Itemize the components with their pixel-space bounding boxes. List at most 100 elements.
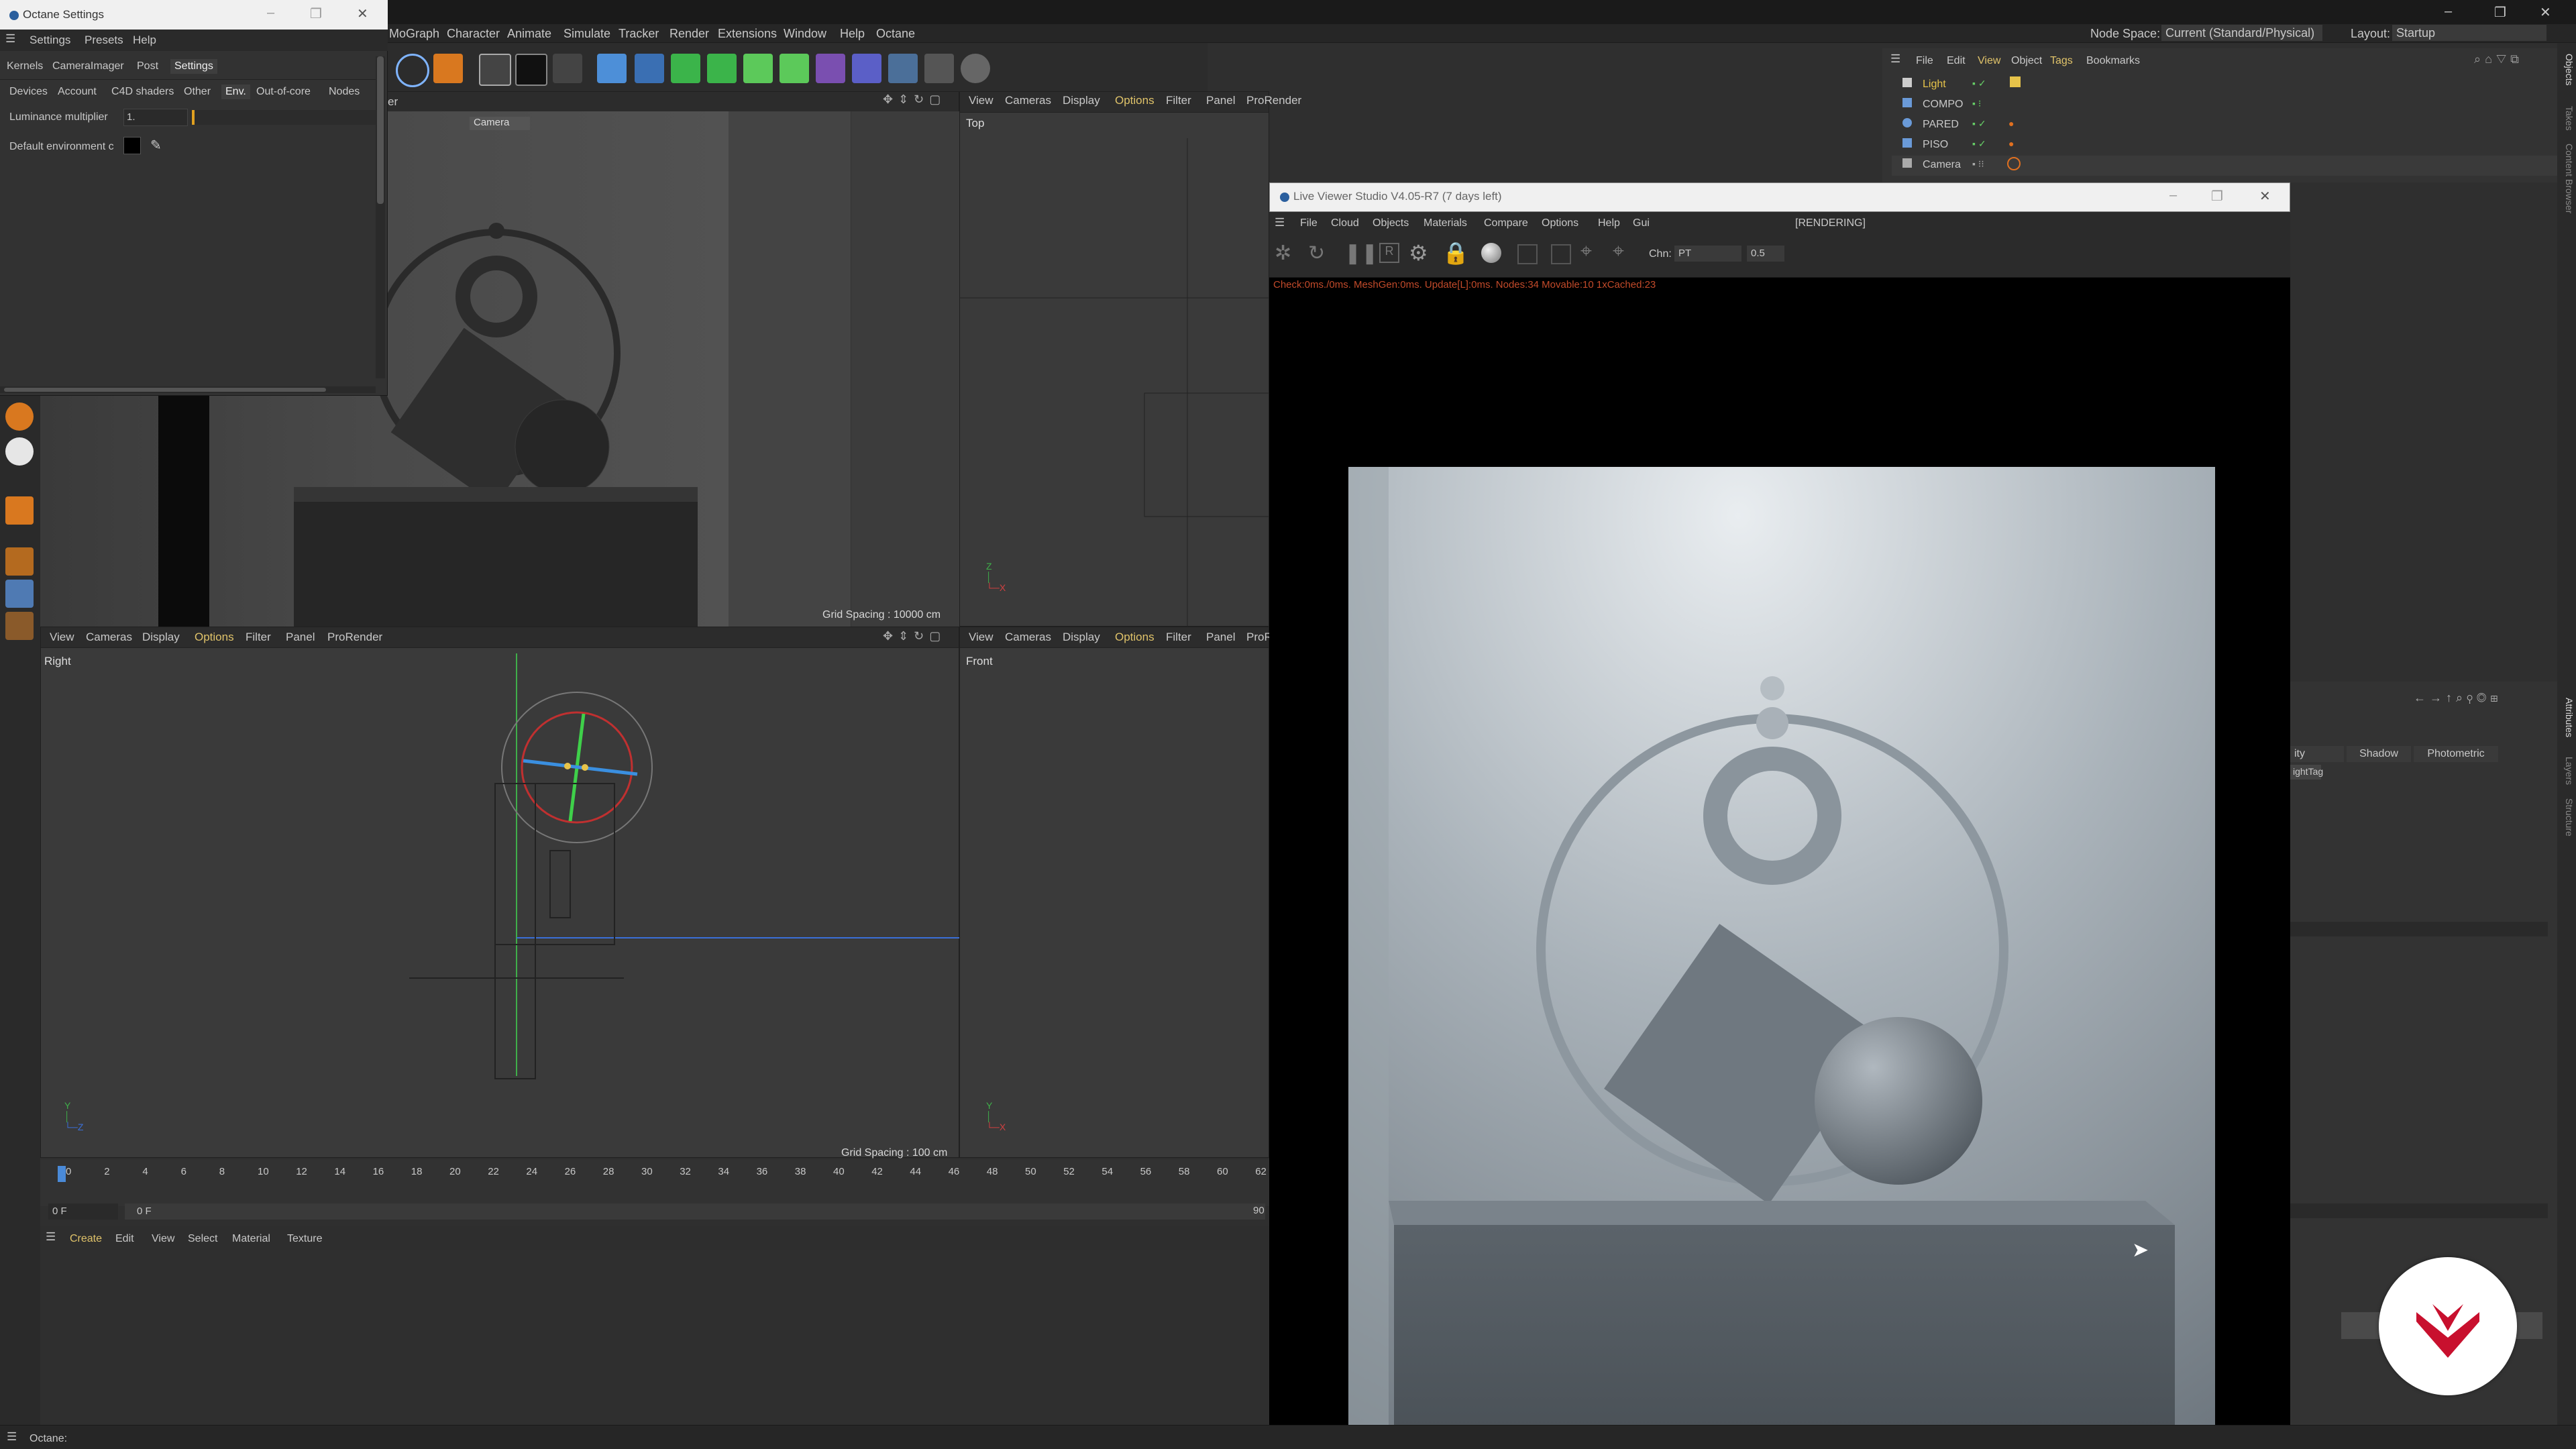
attributes-nav-icons[interactable]: ←→↑⌕⚲◎⊞ (2414, 691, 2548, 707)
floor-icon[interactable] (888, 54, 918, 83)
node-space-dropdown[interactable]: Current (Standard/Physical) (2161, 25, 2322, 41)
field-icon[interactable] (852, 54, 881, 83)
lv-menu-help[interactable]: Help (1598, 217, 1620, 229)
subtab-other[interactable]: Other (184, 86, 211, 98)
texture-mode-icon[interactable] (5, 547, 34, 576)
material-menu-edit[interactable]: Edit (115, 1233, 134, 1245)
tab-settings[interactable]: Settings (170, 59, 217, 74)
snap-icon[interactable] (5, 402, 34, 431)
subtab-devices[interactable]: Devices (9, 86, 48, 98)
subtab-c4d-shaders[interactable]: C4D shaders (111, 86, 174, 98)
render-view-icon[interactable] (515, 54, 547, 86)
minimize-button[interactable]: – (2445, 4, 2452, 19)
octane-menu-help[interactable]: Help (133, 34, 156, 47)
array-icon[interactable] (707, 54, 737, 83)
front-menu-display[interactable]: Display (1063, 631, 1100, 644)
top-menu-panel[interactable]: Panel (1206, 94, 1235, 107)
objects-menu-file[interactable]: File (1916, 55, 1933, 67)
lv-close-button[interactable]: ✕ (2259, 188, 2271, 205)
object-visibility-icons[interactable]: ▪ ⁝ (1972, 98, 2012, 109)
subtab-out-of-core[interactable]: Out-of-core (256, 86, 311, 98)
render-region-icon[interactable] (479, 54, 511, 86)
subdivision-icon[interactable] (671, 54, 700, 83)
menu-simulate[interactable]: Simulate (564, 27, 610, 41)
camera-tag[interactable]: Camera (470, 117, 530, 130)
lv-maximize-button[interactable]: ❐ (2211, 188, 2223, 205)
attr-tab-visibility[interactable]: ity (2290, 746, 2344, 762)
object-name[interactable]: COMPO (1923, 99, 1963, 111)
lv-menu-gui[interactable]: Gui (1633, 217, 1650, 229)
side-tab-structure[interactable]: Structure (2559, 798, 2575, 837)
material-menu-view[interactable]: View (152, 1233, 174, 1245)
render-settings-icon[interactable] (553, 54, 582, 83)
front-menu-options[interactable]: Options (1115, 631, 1155, 644)
camera-icon[interactable] (924, 54, 954, 83)
objects-hamburger-icon[interactable]: ☰ (1890, 52, 1900, 66)
front-menu-prorender-partial[interactable]: ProR (1246, 631, 1273, 644)
lv-hamburger-icon[interactable]: ☰ (1275, 216, 1285, 229)
right-viewport-nav-icons[interactable]: ✥⇕↻▢ (883, 629, 955, 647)
subtab-account[interactable]: Account (58, 86, 97, 98)
tab-post[interactable]: Post (137, 60, 158, 72)
object-row-camera[interactable]: Camera ▪ ⁝⁝ (1892, 156, 2557, 176)
render-image[interactable] (1348, 467, 2215, 1441)
octane-maximize-button[interactable]: ❐ (310, 5, 322, 22)
objects-menu-view[interactable]: View (1978, 55, 2000, 67)
subtab-env[interactable]: Env. (221, 85, 250, 99)
mograph-icon[interactable] (780, 54, 809, 83)
menu-extensions[interactable]: Extensions (718, 27, 777, 41)
lv-region-icon[interactable]: R (1379, 243, 1399, 263)
material-menu-create[interactable]: Create (70, 1233, 102, 1245)
side-tab-layers[interactable]: Layers (2559, 757, 2575, 785)
top-menu-cameras[interactable]: Cameras (1005, 94, 1051, 107)
pen-icon[interactable] (635, 54, 664, 83)
workplane-icon[interactable] (5, 580, 34, 608)
timeline-playhead[interactable] (58, 1166, 66, 1182)
right-menu-options[interactable]: Options (195, 631, 234, 644)
layout-dropdown[interactable]: Startup (2392, 25, 2546, 41)
menu-character[interactable]: Character (447, 27, 500, 41)
lv-refresh-icon[interactable]: ↻ (1308, 241, 1325, 265)
lv-menu-cloud[interactable]: Cloud (1331, 217, 1359, 229)
material-menu-material[interactable]: Material (232, 1233, 270, 1245)
hamburger-icon[interactable]: ☰ (5, 32, 15, 46)
front-menu-panel[interactable]: Panel (1206, 631, 1235, 644)
octane-scroll-thumb[interactable] (377, 56, 384, 204)
luminance-slider[interactable] (191, 110, 376, 125)
restore-button[interactable]: ❐ (2494, 4, 2506, 21)
octane-horizontal-scrollbar[interactable] (0, 386, 376, 393)
objects-menu-tags[interactable]: Tags (2050, 55, 2073, 67)
light-icon[interactable] (961, 54, 990, 83)
frame-range-slider[interactable]: 0 F (125, 1203, 1265, 1220)
menu-window[interactable]: Window (784, 27, 826, 41)
lv-gear-icon[interactable]: ⚙ (1409, 240, 1428, 266)
status-hamburger-icon[interactable]: ☰ (7, 1430, 17, 1444)
object-row-piso[interactable]: PISO ▪ ✓ ● (1892, 136, 2557, 156)
top-menu-filter[interactable]: Filter (1166, 94, 1191, 107)
lv-settings-icon[interactable]: ✲ (1275, 241, 1291, 265)
cube-icon[interactable] (597, 54, 627, 83)
viewport-nav-icons[interactable]: ✥⇕↻▢ (883, 93, 955, 110)
right-menu-prorender[interactable]: ProRender (327, 631, 382, 644)
right-menu-display[interactable]: Display (142, 631, 180, 644)
current-frame-field[interactable]: 0 F (48, 1203, 118, 1220)
material-tag-icon[interactable]: ● (2008, 138, 2019, 149)
material-menu-select[interactable]: Select (188, 1233, 217, 1245)
eyedropper-icon[interactable]: ✎ (150, 137, 162, 154)
side-tab-content-browser[interactable]: Content Browser (2559, 144, 2575, 213)
lv-compare-icon[interactable] (1551, 244, 1571, 264)
object-name[interactable]: Light (1923, 78, 1946, 91)
object-visibility-icons[interactable]: ▪ ⁝⁝ (1972, 158, 2012, 169)
lv-zoom-field[interactable]: 0.5 (1747, 246, 1784, 262)
object-row-pared[interactable]: PARED ▪ ✓ ● (1892, 115, 2557, 136)
lv-material-ball-icon[interactable] (1481, 243, 1501, 263)
octane-minimize-button[interactable]: – (267, 5, 274, 21)
objects-search-tools[interactable]: ⌕⌂▽⧉ (2474, 52, 2549, 68)
lv-pause-icon[interactable]: ❚❚ (1344, 241, 1378, 265)
material-manager-area[interactable] (40, 1250, 1269, 1426)
top-menu-view[interactable]: View (969, 94, 994, 107)
paint-icon[interactable] (5, 612, 34, 640)
material-menu-texture[interactable]: Texture (287, 1233, 322, 1245)
lv-menu-options[interactable]: Options (1542, 217, 1578, 229)
default-environment-color-swatch[interactable] (123, 137, 141, 154)
